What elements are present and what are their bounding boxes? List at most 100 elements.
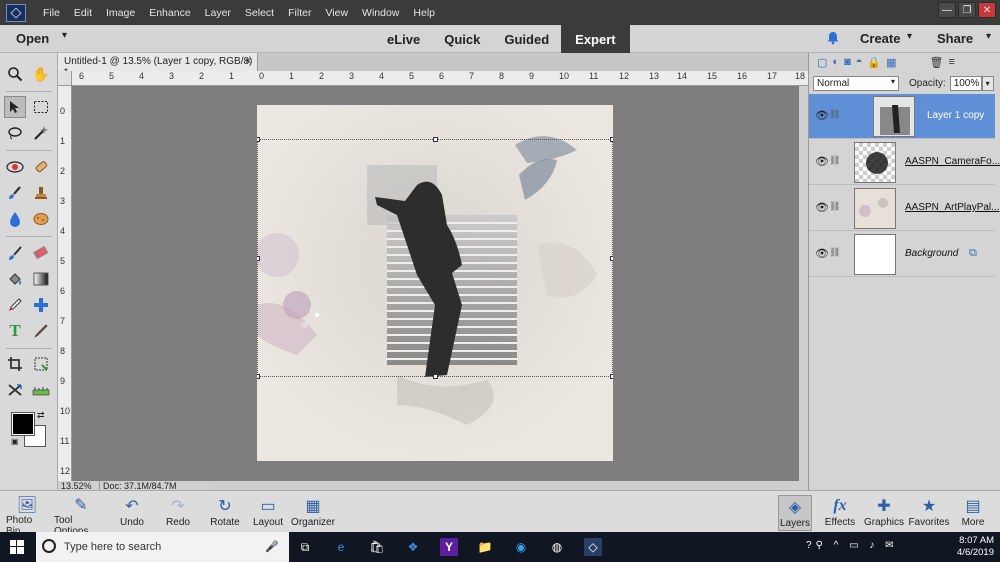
spot-healing-brush-icon[interactable] (30, 156, 52, 178)
visibility-eye-icon[interactable]: 👁 (815, 247, 829, 260)
tool-options-button[interactable]: ✎ Tool Options (54, 495, 108, 537)
minimize-icon[interactable]: — (938, 2, 956, 18)
store-icon[interactable]: 🛍 (368, 538, 386, 556)
transform-handle[interactable] (257, 374, 260, 379)
menu-edit[interactable]: Edit (67, 7, 99, 19)
layer-name[interactable]: Layer 1 copy (927, 110, 984, 121)
share-button[interactable]: Share (937, 31, 973, 46)
straighten-tool-icon[interactable] (30, 379, 52, 401)
color-swatches[interactable]: ⇄ ▣ (11, 410, 50, 449)
vertical-ruler[interactable]: 0 1 2 3 4 5 6 7 8 9 10 11 12 (58, 86, 72, 481)
smart-brush-icon[interactable] (4, 182, 26, 204)
layer-link-icon[interactable]: ⛓ (829, 201, 840, 212)
close-tab-icon[interactable]: × (245, 56, 251, 67)
rotate-button[interactable]: ↻ Rotate (207, 495, 243, 531)
mode-elive[interactable]: eLive (375, 25, 432, 53)
share-dropdown-icon[interactable]: ▾ (986, 31, 991, 42)
eyedropper-icon[interactable] (4, 294, 26, 316)
app-icon[interactable]: ◉ (512, 538, 530, 556)
mode-quick[interactable]: Quick (432, 25, 492, 53)
notification-bell-icon[interactable] (826, 31, 840, 45)
new-group-icon[interactable]: ◐ (832, 56, 839, 68)
default-colors-icon[interactable]: ▣ (11, 437, 19, 446)
menu-window[interactable]: Window (355, 7, 406, 19)
zoom-level[interactable]: 13.52% (58, 481, 100, 491)
layer-row[interactable]: 👁 ⛓ Background ⧉ (809, 232, 995, 277)
opacity-field[interactable]: 100% (949, 75, 982, 91)
layer-name[interactable]: Background (905, 248, 958, 259)
quick-selection-icon[interactable] (30, 122, 52, 144)
open-button[interactable]: Open (16, 31, 49, 46)
layer-row[interactable]: 👁 ⛓ AASPN_CameraFo... (809, 140, 1000, 185)
edge-browser-icon[interactable]: e (332, 538, 350, 556)
paint-bucket-icon[interactable] (4, 268, 26, 290)
eraser-tool-icon[interactable] (30, 242, 52, 264)
visibility-eye-icon[interactable]: 👁 (815, 109, 829, 122)
document-canvas[interactable] (257, 105, 613, 461)
rectangular-marquee-icon[interactable] (30, 96, 52, 118)
transform-bounding-box[interactable] (257, 137, 613, 379)
clone-stamp-icon[interactable] (30, 182, 52, 204)
menu-file[interactable]: File (36, 7, 67, 19)
file-explorer-icon[interactable]: 📁 (476, 538, 494, 556)
menu-enhance[interactable]: Enhance (142, 7, 197, 19)
dropbox-icon[interactable]: ❖ (404, 538, 422, 556)
photoshop-elements-taskbar-icon[interactable]: ◇ (584, 538, 602, 556)
redo-button[interactable]: ↷ Redo (164, 495, 192, 531)
sponge-tool-icon[interactable] (30, 208, 52, 230)
add-mask-icon[interactable]: ◙ (844, 56, 851, 68)
transform-handle[interactable] (610, 374, 613, 379)
custom-shape-icon[interactable] (30, 294, 52, 316)
yahoo-icon[interactable]: Y (440, 538, 458, 556)
effects-button[interactable]: fx Effects (824, 495, 856, 531)
create-button[interactable]: Create (860, 31, 900, 46)
layer-row[interactable]: 👁 ⛓ AASPN_ArtPlayPal... (809, 186, 999, 231)
panel-menu-icon[interactable]: ≡ (948, 56, 954, 68)
recompose-tool-icon[interactable] (30, 353, 52, 375)
more-button[interactable]: ▤ More (960, 495, 986, 531)
menu-filter[interactable]: Filter (281, 7, 318, 19)
layout-button[interactable]: ▭ Layout (252, 495, 284, 531)
layer-row[interactable]: 👁 ⛓ Layer 1 copy (809, 94, 995, 139)
pencil-tool-icon[interactable] (30, 320, 52, 342)
delete-layer-icon[interactable]: 🗑 (929, 56, 943, 69)
vertical-scrollbar[interactable] (799, 86, 808, 481)
photo-bin-button[interactable]: 🖼 Photo Bin (6, 495, 48, 537)
document-tab[interactable]: Untitled-1 @ 13.5% (Layer 1 copy, RGB/8)… (58, 53, 258, 78)
lock-all-icon[interactable]: 🔒 (867, 56, 881, 69)
close-window-icon[interactable]: ✕ (978, 2, 996, 18)
mode-expert[interactable]: Expert (561, 25, 630, 53)
undo-button[interactable]: ↶ Undo (118, 495, 146, 531)
favorites-button[interactable]: ★ Favorites (908, 495, 949, 531)
content-aware-move-icon[interactable] (4, 379, 26, 401)
graphics-button[interactable]: ✚ Graphics (864, 495, 904, 531)
layer-name[interactable]: AASPN_CameraFo... (905, 156, 1000, 167)
adjustment-layer-icon[interactable]: ◓ (856, 56, 863, 68)
open-dropdown-icon[interactable]: ▾ (62, 30, 67, 41)
horizontal-scrollbar[interactable] (210, 481, 808, 490)
move-tool-icon[interactable] (4, 96, 26, 118)
menu-select[interactable]: Select (238, 7, 281, 19)
new-layer-icon[interactable]: ▢ (817, 56, 827, 69)
menu-help[interactable]: Help (406, 7, 442, 19)
menu-layer[interactable]: Layer (198, 7, 238, 19)
blend-mode-select[interactable]: Normal ▾ (813, 75, 899, 91)
transform-handle[interactable] (610, 256, 613, 261)
ruler-origin[interactable] (58, 71, 72, 86)
menu-image[interactable]: Image (99, 7, 142, 19)
type-tool-icon[interactable]: T (4, 320, 26, 342)
visibility-eye-icon[interactable]: 👁 (815, 155, 829, 168)
layers-panel-button[interactable]: ◈ Layers (778, 495, 812, 531)
chrome-icon[interactable]: ◍ (548, 538, 566, 556)
hand-tool-icon[interactable]: ✋ (30, 63, 52, 85)
taskbar-search-box[interactable]: Type here to search 🎤 (36, 532, 289, 562)
red-eye-tool-icon[interactable] (4, 156, 26, 178)
crop-tool-icon[interactable] (4, 353, 26, 375)
microphone-icon[interactable]: 🎤 (265, 540, 279, 553)
layer-link-icon[interactable]: ⛓ (829, 247, 840, 258)
horizontal-ruler[interactable]: 6 5 4 3 2 1 0 1 2 3 4 5 6 7 8 9 10 11 12… (72, 71, 808, 86)
swap-colors-icon[interactable]: ⇄ (37, 410, 45, 421)
restore-icon[interactable]: ❐ (958, 2, 976, 18)
transform-handle[interactable] (610, 137, 613, 142)
clock[interactable]: 8:07 AM 4/6/2019 (957, 535, 994, 559)
